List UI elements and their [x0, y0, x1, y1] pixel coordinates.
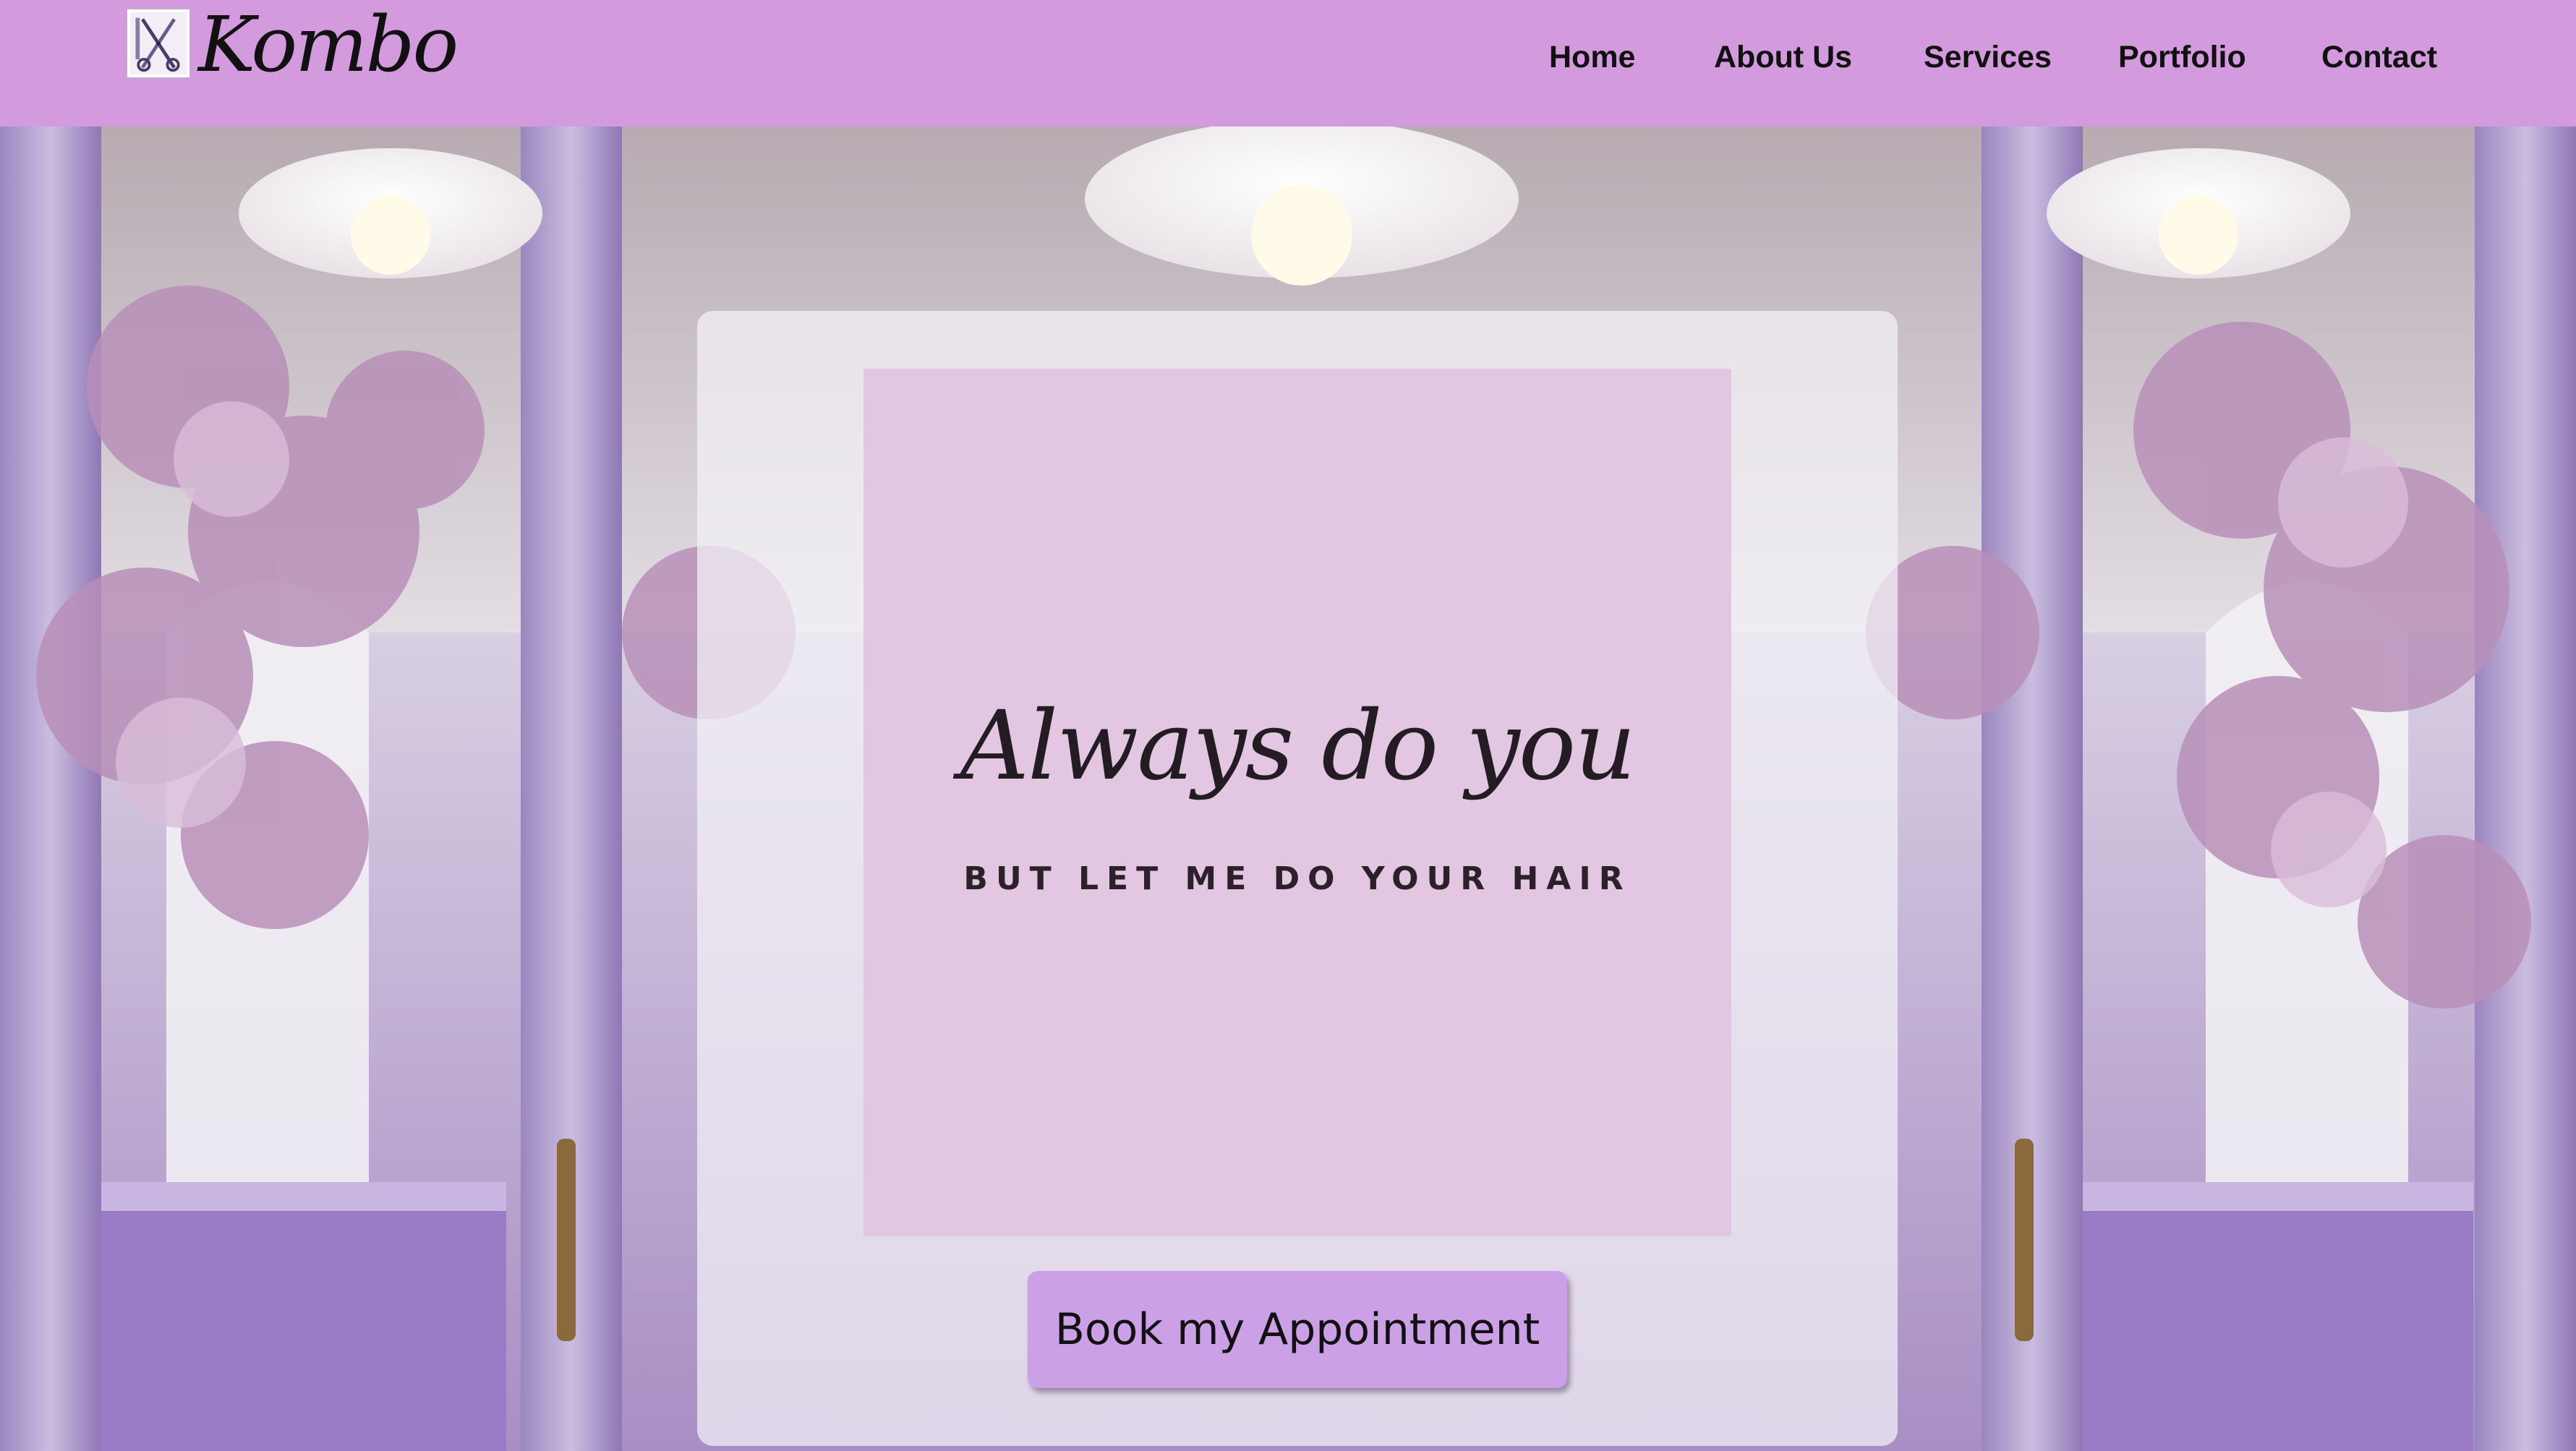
- hero-section: Always do you BUT LET ME DO YOUR HAIR Bo…: [0, 127, 2576, 1451]
- brand-name[interactable]: Kombo: [198, 1, 459, 88]
- hero-card: Always do you BUT LET ME DO YOUR HAIR Bo…: [697, 311, 1898, 1446]
- logo-icon[interactable]: [126, 8, 191, 79]
- scissors-comb-icon: [129, 12, 187, 74]
- nav-services[interactable]: Services: [1924, 35, 2052, 80]
- nav-contact[interactable]: Contact: [2321, 35, 2437, 80]
- poster-subline: BUT LET ME DO YOUR HAIR: [963, 860, 1632, 897]
- book-appointment-button[interactable]: Book my Appointment: [1028, 1271, 1567, 1388]
- poster-tagline: Always do you: [960, 690, 1636, 802]
- nav-about-us[interactable]: About Us: [1714, 35, 1852, 80]
- nav-portfolio[interactable]: Portfolio: [2118, 35, 2246, 80]
- promo-poster: Always do you BUT LET ME DO YOUR HAIR: [863, 369, 1731, 1236]
- site-header: Kombo Home About Us Services Portfolio C…: [0, 0, 2576, 127]
- nav-home[interactable]: Home: [1549, 35, 1635, 80]
